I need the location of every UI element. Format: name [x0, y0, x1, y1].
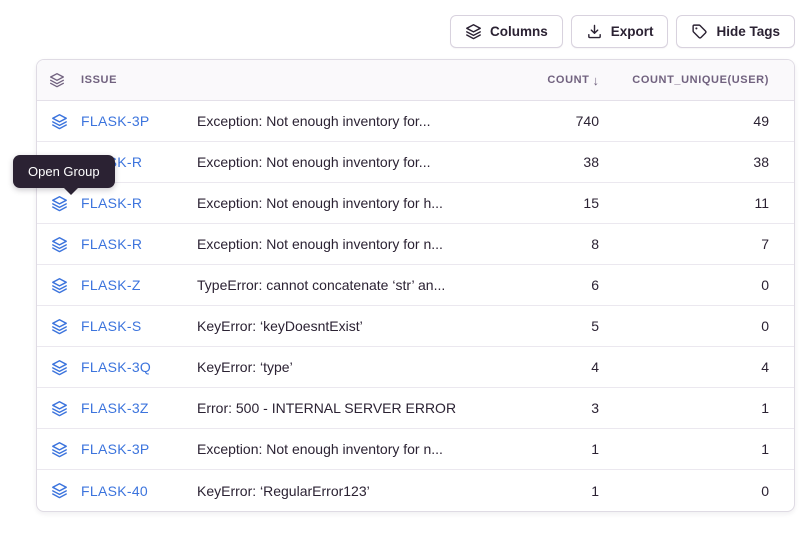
table-row: FLASK-3P Exception: Not enough inventory…	[37, 429, 794, 470]
issue-layers-icon[interactable]	[37, 441, 81, 458]
page: Columns Export Hide Tags ISSUE COUNT ↓	[0, 0, 807, 538]
count-value: 5	[509, 318, 599, 334]
table-row: FLASK-R Exception: Not enough inventory …	[37, 142, 794, 183]
count-unique-value: 49	[599, 113, 769, 129]
download-icon	[586, 23, 603, 40]
issue-layers-icon[interactable]	[37, 195, 81, 212]
results-table: ISSUE COUNT ↓ COUNT_UNIQUE(USER) FLASK-3…	[36, 59, 795, 512]
table-row: FLASK-S KeyError: ‘keyDoesntExist’ 5 0	[37, 306, 794, 347]
column-header-count-unique[interactable]: COUNT_UNIQUE(USER)	[599, 74, 769, 86]
issue-id-link[interactable]: FLASK-R	[81, 195, 197, 211]
count-unique-value: 0	[599, 277, 769, 293]
count-value: 4	[509, 359, 599, 375]
toolbar: Columns Export Hide Tags	[450, 15, 795, 48]
issue-title: KeyError: ‘RegularError123’	[197, 483, 509, 499]
table-row: FLASK-3Z Error: 500 - INTERNAL SERVER ER…	[37, 388, 794, 429]
table-body: FLASK-3P Exception: Not enough inventory…	[37, 101, 794, 511]
issue-title: Exception: Not enough inventory for n...	[197, 236, 509, 252]
table-row: FLASK-R Exception: Not enough inventory …	[37, 183, 794, 224]
count-unique-value: 38	[599, 154, 769, 170]
issue-id-link[interactable]: FLASK-Z	[81, 277, 197, 293]
count-unique-value: 0	[599, 483, 769, 499]
issue-id-link[interactable]: FLASK-3Q	[81, 359, 197, 375]
issue-id-link[interactable]: FLASK-S	[81, 318, 197, 334]
hide-tags-button-label: Hide Tags	[716, 24, 780, 39]
table-row: FLASK-40 KeyError: ‘RegularError123’ 1 0	[37, 470, 794, 511]
count-unique-value: 4	[599, 359, 769, 375]
column-header-issue[interactable]: ISSUE	[81, 74, 197, 86]
table-row: FLASK-3Q KeyError: ‘type’ 4 4	[37, 347, 794, 388]
issue-layers-icon[interactable]	[37, 277, 81, 294]
tag-icon	[691, 23, 708, 40]
issue-id-link[interactable]: FLASK-3P	[81, 113, 197, 129]
issue-layers-icon[interactable]	[37, 236, 81, 253]
count-value: 8	[509, 236, 599, 252]
issue-title: KeyError: ‘type’	[197, 359, 509, 375]
hide-tags-button[interactable]: Hide Tags	[676, 15, 795, 48]
columns-button-label: Columns	[490, 24, 548, 39]
count-value: 15	[509, 195, 599, 211]
issue-id-link[interactable]: FLASK-3Z	[81, 400, 197, 416]
count-value: 3	[509, 400, 599, 416]
count-value: 1	[509, 483, 599, 499]
layers-icon	[465, 23, 482, 40]
column-header-count[interactable]: COUNT ↓	[509, 73, 599, 88]
issue-title: Error: 500 - INTERNAL SERVER ERROR	[197, 400, 509, 416]
issue-layers-header-icon	[37, 72, 81, 88]
count-value: 740	[509, 113, 599, 129]
issue-title: TypeError: cannot concatenate ‘str’ an..…	[197, 277, 509, 293]
issue-layers-icon[interactable]	[37, 359, 81, 376]
count-unique-value: 0	[599, 318, 769, 334]
issue-id-link[interactable]: FLASK-3P	[81, 441, 197, 457]
issue-layers-icon[interactable]	[37, 318, 81, 335]
issue-title: Exception: Not enough inventory for h...	[197, 195, 509, 211]
table-row: FLASK-3P Exception: Not enough inventory…	[37, 101, 794, 142]
count-unique-value: 1	[599, 441, 769, 457]
issue-title: Exception: Not enough inventory for...	[197, 113, 509, 129]
issue-title: KeyError: ‘keyDoesntExist’	[197, 318, 509, 334]
issue-title: Exception: Not enough inventory for...	[197, 154, 509, 170]
open-group-tooltip: Open Group	[13, 155, 115, 188]
export-button[interactable]: Export	[571, 15, 669, 48]
count-value: 6	[509, 277, 599, 293]
count-value: 38	[509, 154, 599, 170]
issue-id-link[interactable]: FLASK-R	[81, 236, 197, 252]
open-group-tooltip-label: Open Group	[28, 164, 100, 179]
table-row: FLASK-R Exception: Not enough inventory …	[37, 224, 794, 265]
export-button-label: Export	[611, 24, 654, 39]
count-unique-value: 11	[599, 195, 769, 211]
issue-id-link[interactable]: FLASK-40	[81, 483, 197, 499]
issue-layers-icon[interactable]	[37, 400, 81, 417]
issue-title: Exception: Not enough inventory for n...	[197, 441, 509, 457]
count-value: 1	[509, 441, 599, 457]
table-header-row: ISSUE COUNT ↓ COUNT_UNIQUE(USER)	[37, 60, 794, 101]
count-unique-value: 7	[599, 236, 769, 252]
columns-button[interactable]: Columns	[450, 15, 563, 48]
issue-layers-icon[interactable]	[37, 113, 81, 130]
issue-layers-icon[interactable]	[37, 482, 81, 499]
table-row: FLASK-Z TypeError: cannot concatenate ‘s…	[37, 265, 794, 306]
count-unique-value: 1	[599, 400, 769, 416]
